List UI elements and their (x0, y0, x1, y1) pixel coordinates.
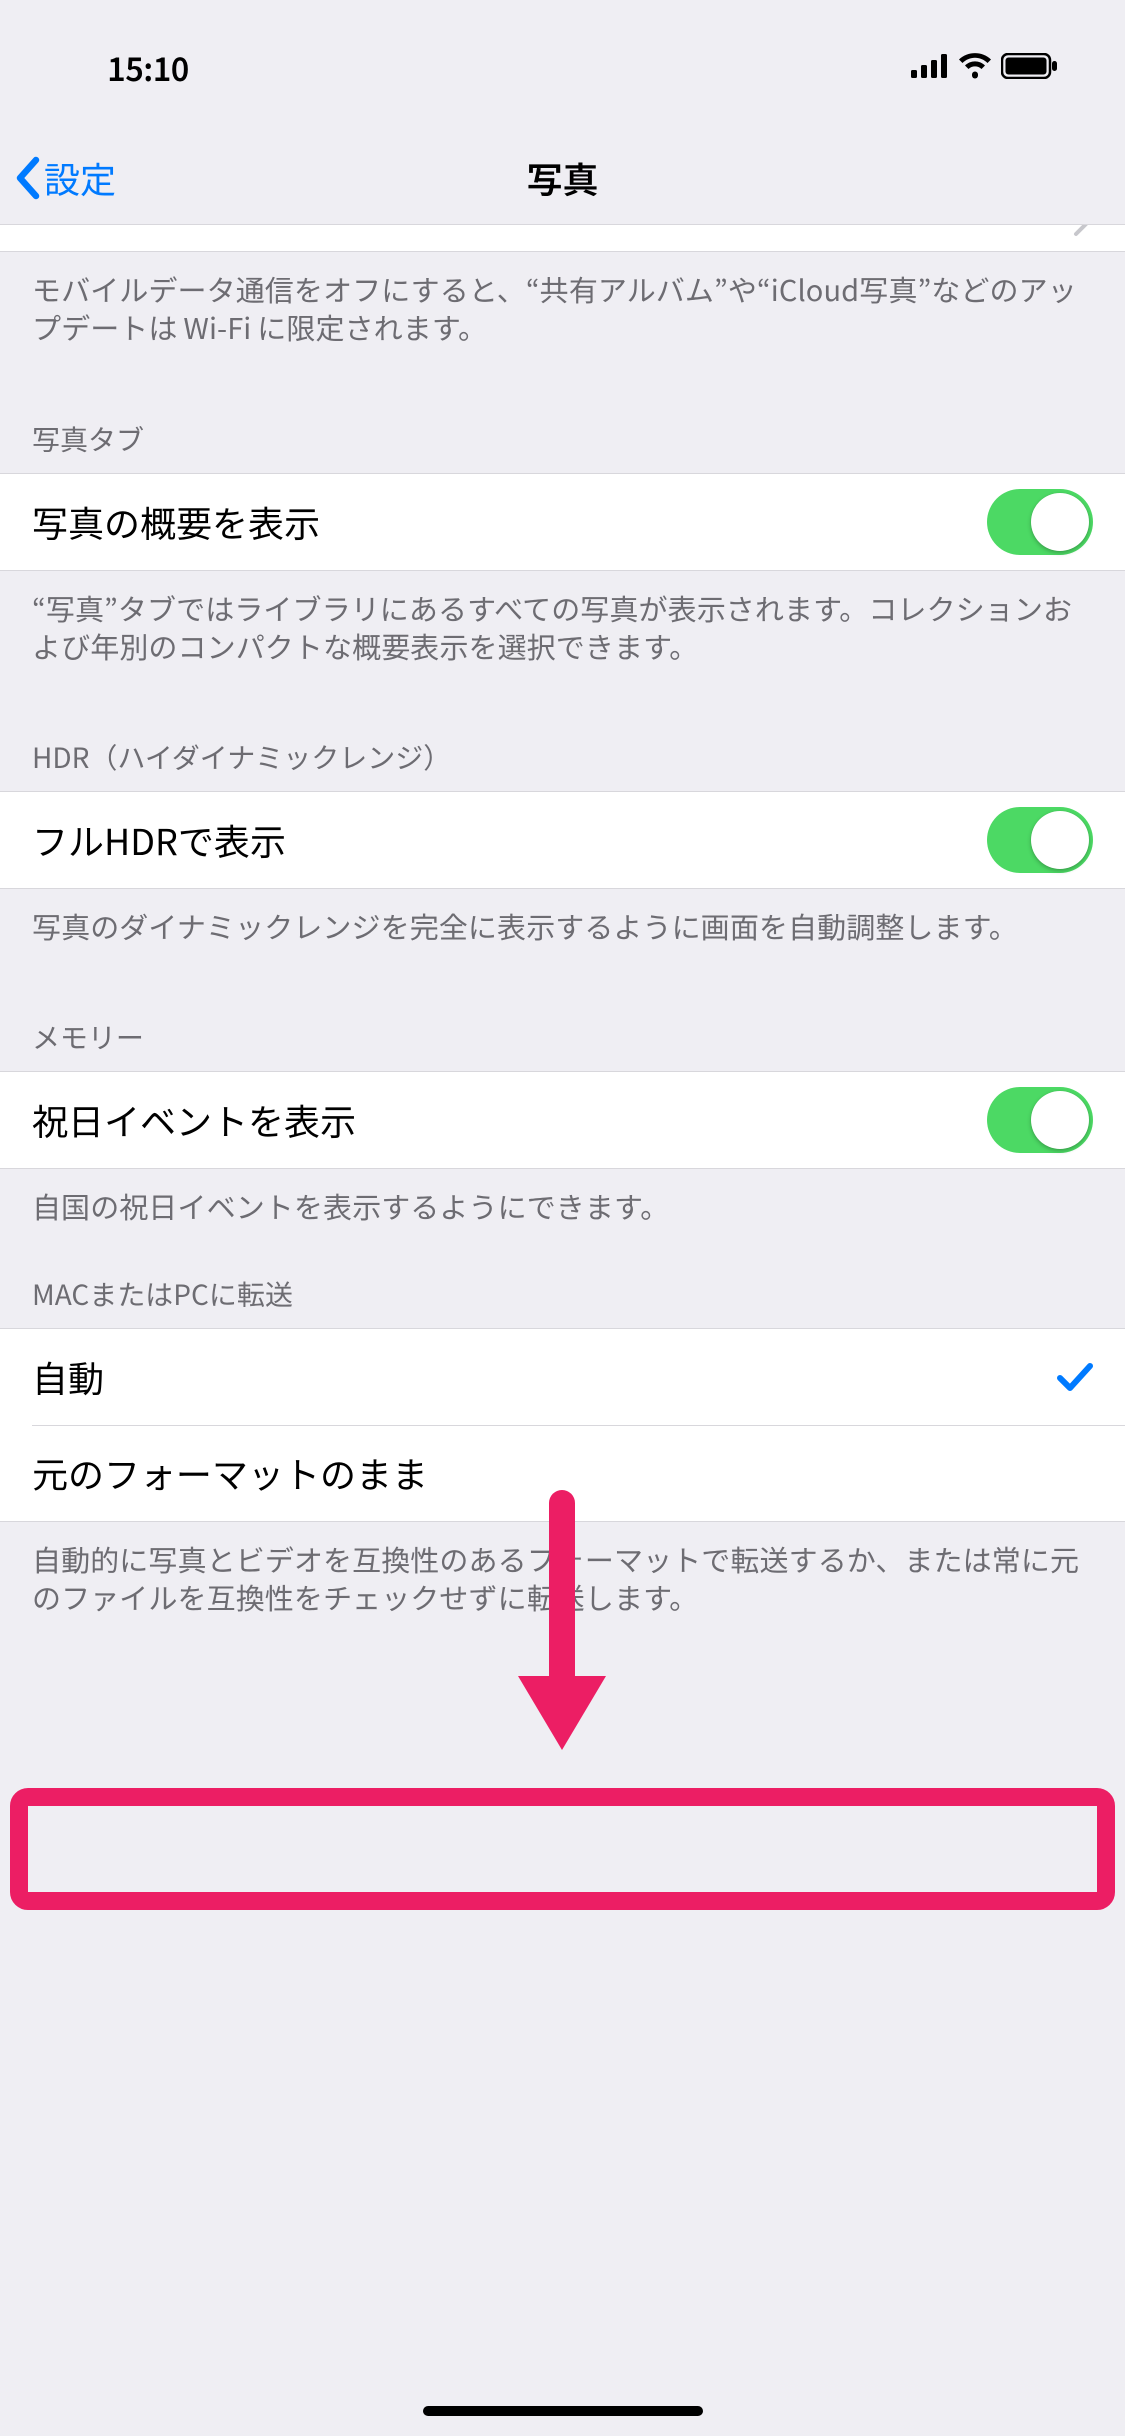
checkmark-icon (1057, 1361, 1093, 1393)
cell-full-hdr[interactable]: フルHDRで表示 (0, 792, 1125, 888)
transfer-footer: 自動的に写真とビデオを互換性のあるフォーマットで転送するか、または常に元のファイ… (0, 1522, 1125, 1617)
mobile-data-footer: モバイルデータ通信をオフにすると、“共有アルバム”や“iCloud写真”などのア… (0, 252, 1125, 347)
toggle-holiday-events[interactable] (987, 1087, 1093, 1153)
chevron-left-icon (14, 156, 40, 200)
toggle-full-hdr[interactable] (987, 807, 1093, 873)
cell-show-photo-summary[interactable]: 写真の概要を表示 (0, 474, 1125, 570)
section-header-photos-tab: 写真タブ (0, 419, 1125, 473)
home-indicator[interactable] (423, 2406, 703, 2416)
section-header-hdr: HDR（ハイダイナミックレンジ） (0, 737, 1125, 791)
cell-holiday-events[interactable]: 祝日イベントを表示 (0, 1072, 1125, 1168)
cellular-signal-icon (911, 54, 949, 78)
chevron-right-icon (1073, 224, 1091, 237)
wifi-icon (957, 53, 993, 79)
photos-tab-footer: “写真”タブではライブラリにあるすべての写真が表示されます。コレクションおよび年… (0, 571, 1125, 666)
cell-label: フルHDRで表示 (32, 814, 286, 866)
status-left: 15:10 (48, 42, 248, 91)
status-right (911, 53, 1059, 79)
section-header-transfer: MACまたはPCに転送 (0, 1274, 1125, 1328)
cell-label: 祝日イベントを表示 (32, 1094, 356, 1146)
back-button[interactable]: 設定 (14, 132, 116, 224)
memory-footer: 自国の祝日イベントを表示するようにできます。 (0, 1169, 1125, 1225)
content[interactable]: モバイルデータ通信 モバイルデータ通信をオフにすると、“共有アルバム”や“iCl… (0, 224, 1125, 1616)
cell-transfer-auto[interactable]: 自動 (0, 1329, 1125, 1425)
cell-mobile-data[interactable]: モバイルデータ通信 (0, 224, 1125, 252)
toggle-show-photo-summary[interactable] (987, 489, 1093, 555)
nav-header: 設定 写真 (0, 132, 1125, 224)
cell-label: 写真の概要を表示 (32, 496, 320, 548)
hdr-footer: 写真のダイナミックレンジを完全に表示するように画面を自動調整します。 (0, 889, 1125, 945)
status-bar: 15:10 (0, 0, 1125, 132)
cell-label: 元のフォーマットのまま (32, 1447, 428, 1499)
annotation-highlight (10, 1788, 1115, 1910)
status-time: 15:10 (107, 45, 189, 91)
battery-icon (1001, 53, 1059, 79)
section-header-memory: メモリー (0, 1017, 1125, 1071)
back-button-label: 設定 (44, 152, 116, 204)
cell-label: 自動 (32, 1351, 104, 1403)
nav-title: 写真 (526, 152, 598, 204)
cell-transfer-original[interactable]: 元のフォーマットのまま (0, 1425, 1125, 1521)
